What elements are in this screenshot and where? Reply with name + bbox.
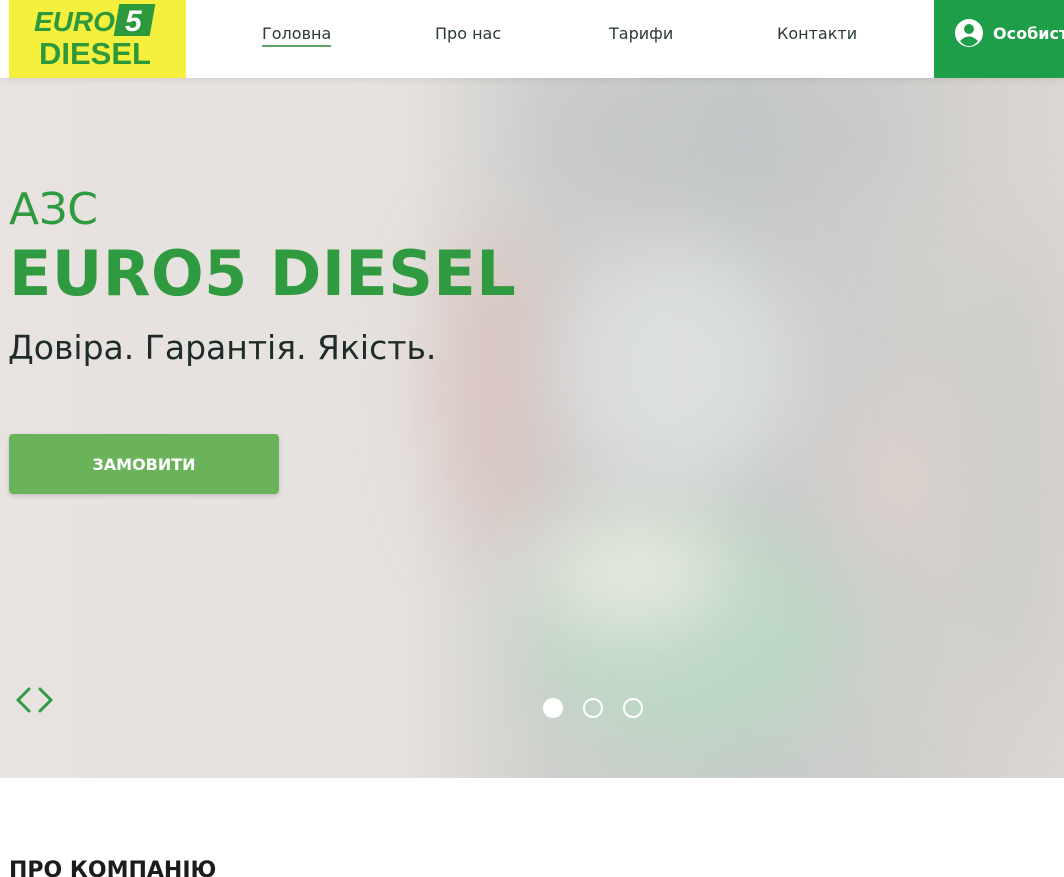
nav-about[interactable]: Про нас xyxy=(435,24,501,43)
hero-bg-blur xyxy=(540,518,730,628)
hero-slider: АЗС EURO5 DIESEL Довіра. Гарантія. Якіст… xyxy=(0,78,1064,778)
account-button[interactable]: Особистий кабінет xyxy=(934,0,1064,78)
slider-dot-2[interactable] xyxy=(583,698,603,718)
logo-graphic: EURO 5 DIESEL xyxy=(34,4,156,71)
about-section-title: ПРО КОМПАНІЮ xyxy=(9,858,217,877)
hero-slogan: Довіра. Гарантія. Якість. xyxy=(8,328,437,367)
hero-bg-blur xyxy=(560,238,800,498)
account-button-label: Особистий кабінет xyxy=(993,24,1064,43)
order-button[interactable]: ЗАМОВИТИ xyxy=(9,434,279,494)
chevron-left-icon[interactable] xyxy=(13,686,33,714)
nav-home[interactable]: Головна xyxy=(262,24,332,47)
logo-digit: 5 xyxy=(125,5,143,38)
nav-tariffs[interactable]: Тарифи xyxy=(609,24,673,43)
hero-title: EURO5 DIESEL xyxy=(9,237,517,310)
slider-dot-1[interactable] xyxy=(543,698,563,718)
chevron-right-icon[interactable] xyxy=(36,686,56,714)
user-circle-icon xyxy=(955,19,983,47)
hero-bg-blur xyxy=(500,78,920,198)
site-header: EURO 5 DIESEL Головна Про нас Тарифи Кон… xyxy=(0,0,1064,78)
logo-word-euro: EURO xyxy=(34,6,115,37)
logo[interactable]: EURO 5 DIESEL xyxy=(9,0,186,78)
slider-dot-3[interactable] xyxy=(623,698,643,718)
hero-subtitle: АЗС xyxy=(9,184,99,235)
nav-contacts[interactable]: Контакти xyxy=(777,24,857,43)
hero-bg-blur xyxy=(840,408,960,548)
logo-word-diesel: DIESEL xyxy=(39,36,151,71)
hero-bg-blur xyxy=(960,228,1064,708)
